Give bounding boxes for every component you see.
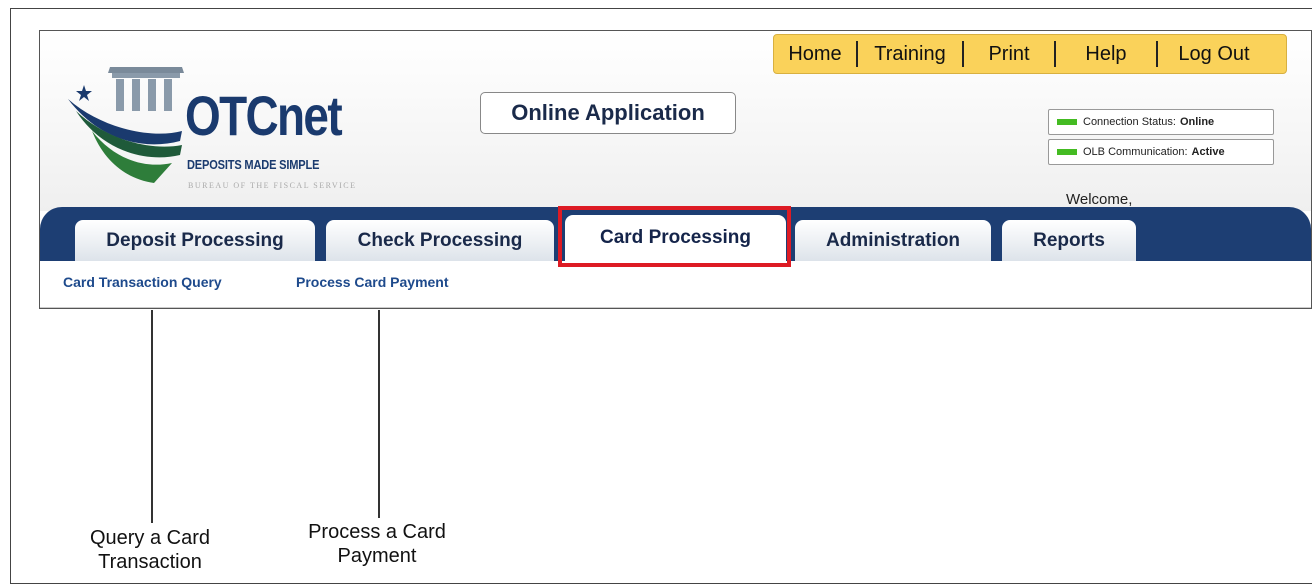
app-window: Home Training Print Help Log Out OTCnet … [39, 30, 1312, 309]
connection-status: Connection Status: Online [1048, 109, 1274, 135]
query-annotation: Query a Card Transaction [60, 526, 240, 574]
process-annotation: Process a Card Payment [287, 520, 467, 568]
query-annotation-line2: Transaction [98, 551, 202, 573]
active-tab-highlight [558, 206, 791, 267]
tab-administration[interactable]: Administration [795, 220, 991, 261]
welcome-text: Welcome, [1066, 191, 1133, 208]
online-application-badge: Online Application [480, 92, 736, 134]
tab-check-processing[interactable]: Check Processing [326, 220, 554, 261]
process-annotation-line2: Payment [337, 545, 417, 567]
nav-home-link[interactable]: Home [774, 43, 856, 66]
process-callout-line [378, 310, 380, 518]
query-annotation-line1: Query a Card [89, 527, 211, 549]
bureau-text: BUREAU OF THE FISCAL SERVICE [188, 181, 357, 190]
card-transaction-query-link[interactable]: Card Transaction Query [63, 274, 222, 290]
connection-indicator-icon [1057, 119, 1077, 125]
connection-status-label: Connection Status: [1083, 116, 1176, 128]
nav-training-link[interactable]: Training [858, 43, 962, 66]
nav-print-link[interactable]: Print [964, 43, 1054, 66]
query-callout-line [151, 310, 153, 523]
olb-status-value: Active [1191, 146, 1225, 158]
nav-logout-link[interactable]: Log Out [1158, 43, 1270, 66]
logo-text: OTCnet [185, 84, 343, 147]
olb-status: OLB Communication: Active [1048, 139, 1274, 165]
nav-help-link[interactable]: Help [1056, 43, 1156, 66]
process-annotation-line1: Process a Card [308, 521, 446, 543]
sub-nav [40, 261, 1311, 308]
tab-reports[interactable]: Reports [1002, 220, 1136, 261]
connection-status-value: Online [1179, 116, 1215, 128]
process-card-payment-link[interactable]: Process Card Payment [296, 274, 449, 290]
tab-deposit-processing[interactable]: Deposit Processing [75, 220, 315, 261]
olb-status-label: OLB Communication: [1083, 146, 1188, 158]
top-nav: Home Training Print Help Log Out [773, 34, 1287, 74]
logo-tagline: DEPOSITS MADE SIMPLE [187, 157, 320, 172]
olb-indicator-icon [1057, 149, 1077, 155]
